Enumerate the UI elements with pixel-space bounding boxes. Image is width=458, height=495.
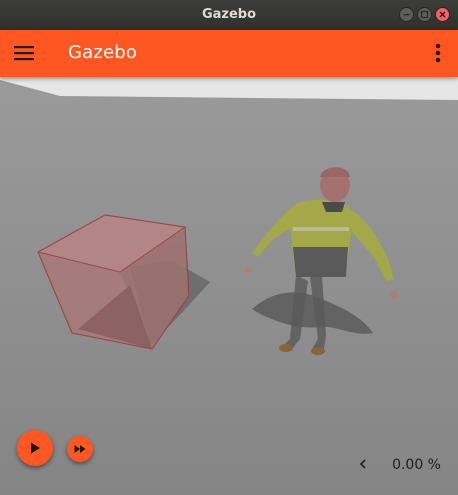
gazebo-window: Gazebo Gazebo 0.00 % <box>0 0 458 495</box>
scene-viewport[interactable] <box>0 77 458 495</box>
chevron-left-icon <box>359 459 366 469</box>
actor-left-hand <box>244 267 252 273</box>
close-icon <box>439 11 446 18</box>
app-bar: Gazebo <box>0 30 458 77</box>
actor-left-boot <box>279 344 293 352</box>
more-vert-icon <box>435 43 441 63</box>
minimize-button[interactable] <box>399 7 414 22</box>
fast-forward-icon <box>74 445 86 453</box>
window-title: Gazebo <box>201 7 257 22</box>
actor-jacket-bottom <box>293 247 348 277</box>
close-button[interactable] <box>435 7 450 22</box>
rtf-expand-button[interactable] <box>357 456 369 472</box>
scene-canvas[interactable] <box>0 77 458 495</box>
actor-right-boot <box>311 347 325 355</box>
maximize-button[interactable] <box>417 7 432 22</box>
real-time-factor: 0.00 % <box>392 457 441 473</box>
fast-forward-button[interactable] <box>67 436 93 462</box>
actor-reflective-stripe <box>293 227 349 231</box>
window-titlebar[interactable]: Gazebo <box>0 0 458 30</box>
overflow-menu-button[interactable] <box>432 41 444 65</box>
minimize-icon <box>403 14 410 16</box>
maximize-icon <box>420 10 429 19</box>
actor-collar <box>322 202 345 212</box>
window-controls <box>399 7 450 22</box>
menu-button[interactable] <box>12 41 36 65</box>
actor-right-hand <box>390 290 398 300</box>
app-title: Gazebo <box>68 42 138 63</box>
play-button[interactable] <box>17 430 53 466</box>
play-icon <box>31 442 40 454</box>
hamburger-menu-icon <box>14 46 34 61</box>
